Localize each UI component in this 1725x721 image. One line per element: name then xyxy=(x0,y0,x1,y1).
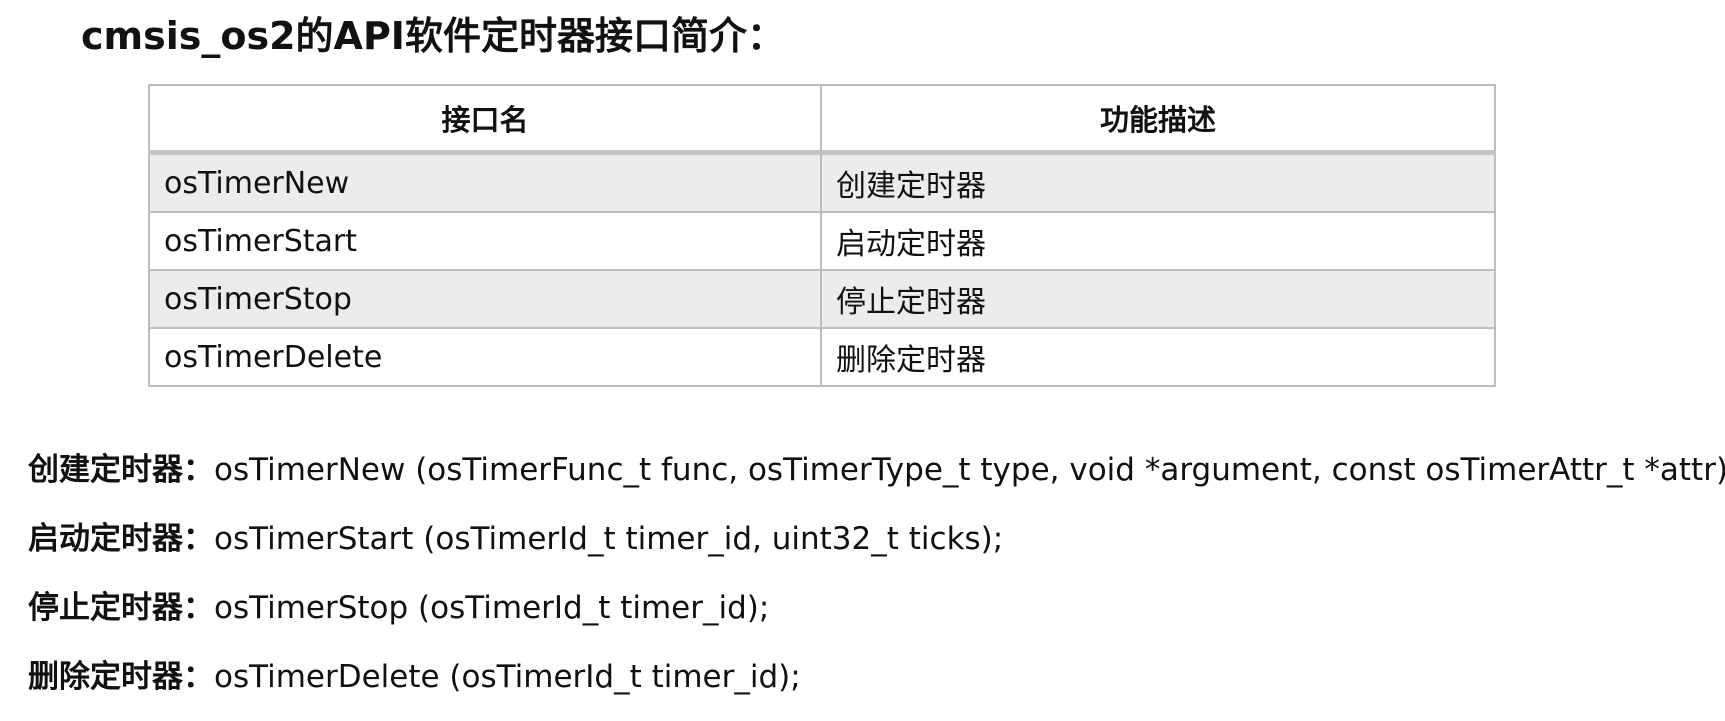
header-interface-name: 接口名 xyxy=(148,84,822,155)
signature-label: 停止定时器： xyxy=(28,590,214,626)
signature-create: 创建定时器：osTimerNew (osTimerFunc_t func, os… xyxy=(28,442,1725,511)
api-table: 接口名 功能描述 osTimerNew 创建定时器 osTimerStart 启… xyxy=(148,84,1496,387)
signature-start: 启动定时器：osTimerStart (osTimerId_t timer_id… xyxy=(28,511,1718,580)
cell-interface-name: osTimerStart xyxy=(148,211,822,271)
cell-function-desc: 停止定时器 xyxy=(820,269,1496,329)
signature-code: osTimerStop (osTimerId_t timer_id); xyxy=(214,590,770,626)
signature-delete: 删除定时器：osTimerDelete (osTimerId_t timer_i… xyxy=(28,649,1718,718)
header-function-desc: 功能描述 xyxy=(820,84,1496,155)
cell-interface-name: osTimerNew xyxy=(148,151,822,213)
table-row: osTimerStop 停止定时器 xyxy=(148,269,1496,329)
signature-stop: 停止定时器：osTimerStop (osTimerId_t timer_id)… xyxy=(28,580,1718,649)
table-row: osTimerDelete 删除定时器 xyxy=(148,327,1496,387)
cell-function-desc: 创建定时器 xyxy=(820,151,1496,213)
signature-code: osTimerDelete (osTimerId_t timer_id); xyxy=(214,659,801,695)
cell-interface-name: osTimerStop xyxy=(148,269,822,329)
signature-label: 删除定时器： xyxy=(28,659,214,695)
table-row: osTimerStart 启动定时器 xyxy=(148,211,1496,271)
signature-code: osTimerNew (osTimerFunc_t func, osTimerT… xyxy=(214,452,1725,488)
table-row: osTimerNew 创建定时器 xyxy=(148,151,1496,213)
table-header-row: 接口名 功能描述 xyxy=(148,84,1496,155)
cell-function-desc: 启动定时器 xyxy=(820,211,1496,271)
signature-list: 创建定时器：osTimerNew (osTimerFunc_t func, os… xyxy=(28,442,1725,718)
page-title: cmsis_os2的API软件定时器接口简介： xyxy=(81,14,785,58)
signature-code: osTimerStart (osTimerId_t timer_id, uint… xyxy=(214,521,1004,557)
signature-label: 创建定时器： xyxy=(28,452,214,488)
cell-interface-name: osTimerDelete xyxy=(148,327,822,387)
signature-label: 启动定时器： xyxy=(28,521,214,557)
cell-function-desc: 删除定时器 xyxy=(820,327,1496,387)
